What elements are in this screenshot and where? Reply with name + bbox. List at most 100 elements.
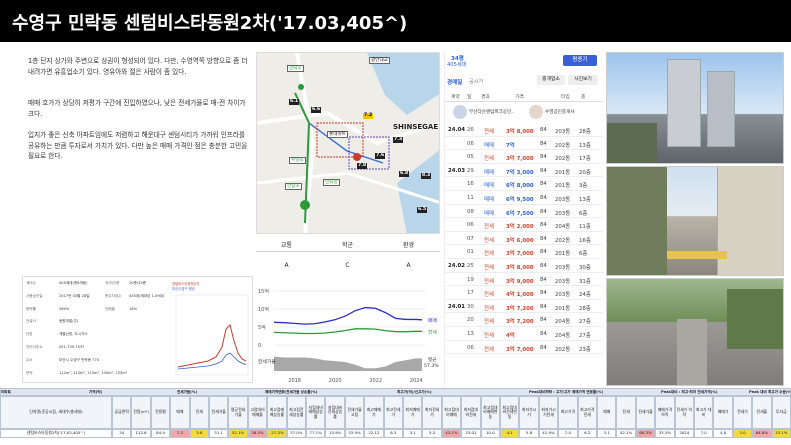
photos-button[interactable]: 사진보기 bbox=[568, 75, 598, 85]
tab-public-price[interactable]: 공시가 bbox=[469, 78, 483, 85]
info-value: 2017년 03월 28일 bbox=[59, 293, 90, 298]
tx-type: 전세 bbox=[484, 224, 494, 231]
tx-day: 30 bbox=[467, 303, 474, 310]
transaction-row[interactable]: 01 전세 3억 7,000 84 201동 6층 bbox=[445, 245, 603, 259]
location-map[interactable]: 민락초 광안대교 롯데마트 수영초 민락중 한양초 SHINSEGAE 6.1 … bbox=[256, 52, 440, 234]
agent-avatar bbox=[453, 105, 467, 119]
table-value-cell: 60.3% bbox=[635, 429, 656, 438]
tx-dong: 202동 bbox=[555, 156, 571, 163]
tx-type: 전세 bbox=[484, 292, 494, 299]
size-toggle-button[interactable]: 평종기 bbox=[563, 55, 597, 66]
series-line-jeonse bbox=[273, 328, 422, 335]
table-header-cell: 최고점대비매매 bbox=[441, 396, 462, 429]
photo-street[interactable] bbox=[606, 166, 784, 276]
tx-day: 05 bbox=[467, 154, 474, 161]
y-tick-label: 15억 bbox=[258, 288, 269, 295]
tx-area: 84 bbox=[540, 344, 547, 351]
table-group-label: 최고가(억)/신고가(%) bbox=[397, 390, 432, 394]
table-header-cell: 최고가격 bbox=[558, 396, 578, 429]
info-value: 051-755-7537 bbox=[59, 345, 85, 349]
tx-day: 20 bbox=[467, 317, 474, 324]
transaction-row[interactable]: 06 전세 3억 7,000 84 202동 23층 bbox=[445, 341, 603, 355]
tx-column-header: 계약 일 경과 가격 타입 층 bbox=[445, 90, 603, 102]
table-value-cell: 112.6 bbox=[131, 429, 151, 438]
info-value: 260% bbox=[59, 306, 70, 311]
table-header-cell: 매매가격 하락 bbox=[655, 396, 675, 429]
transaction-row[interactable]: 20 전세 3억 7,200 84 204동 27층 bbox=[445, 313, 603, 327]
transaction-row[interactable]: 16 매매 6억 8,000 84 201동 3층 bbox=[445, 177, 603, 191]
map-label-school1: 민락초 bbox=[287, 65, 304, 73]
table-header-cell: 최고점대비매매변동 bbox=[480, 396, 500, 429]
tx-floor: 23층 bbox=[579, 346, 591, 353]
tx-dong: 203동 bbox=[555, 278, 571, 285]
map-label-school2: 수영초 bbox=[289, 157, 306, 165]
tx-day: 06 bbox=[467, 344, 474, 351]
agency-button[interactable]: 중개업소 bbox=[537, 75, 565, 85]
transaction-row[interactable]: 24.04 26 전세 3억 8,000 84 203동 28층 bbox=[445, 123, 603, 137]
transaction-row[interactable]: 05 전세 3억 7,000 84 202동 17층 bbox=[445, 150, 603, 164]
table-header-cell: 전세가율 bbox=[209, 396, 229, 429]
tx-day: 19 bbox=[467, 276, 474, 283]
table-value-cell: 84.9 bbox=[150, 429, 171, 438]
transaction-row[interactable]: 24.03 29 매매 7억 3,000 84 201동 20층 bbox=[445, 164, 603, 178]
transaction-row[interactable]: 07 전세 3억 6,000 84 202동 16층 bbox=[445, 232, 603, 246]
table-header-cell: 전세가율고점 bbox=[344, 396, 365, 429]
tx-price: 3억 7,000 bbox=[506, 156, 534, 163]
grade-value-environment: A bbox=[406, 262, 411, 269]
tx-date: 24.01 bbox=[448, 303, 466, 310]
tx-area: 84 bbox=[540, 263, 547, 269]
tx-type: 매매 bbox=[484, 210, 494, 217]
table-group-label: 매매가격변화/전세가율 상승률(%) bbox=[265, 390, 318, 394]
table-value-cell: 10.0 bbox=[480, 429, 500, 438]
table-value-cell: 7.3 bbox=[170, 429, 190, 438]
ratio-avg-value: 57.3% bbox=[424, 363, 439, 369]
tx-day: 01 bbox=[467, 249, 474, 256]
series-line-sale bbox=[273, 306, 422, 325]
transaction-row[interactable]: 13 전세 4억 84 204동 27층 bbox=[445, 327, 603, 341]
table-header-cell: 최고점대비전세변동 bbox=[500, 396, 520, 429]
tx-area: 84 bbox=[540, 222, 547, 229]
tx-area: 84 bbox=[540, 181, 547, 188]
transaction-row[interactable]: 24.01 30 전세 3억 7,200 84 201동 28층 bbox=[445, 300, 603, 314]
tx-price: 6억 7,500 bbox=[506, 210, 534, 217]
ratio-area bbox=[274, 356, 422, 371]
table-value-cell: -27.5% bbox=[267, 429, 287, 438]
transaction-row[interactable]: 06 전세 3억 2,000 84 204동 11층 bbox=[445, 218, 603, 232]
table-header-cell: 저점대비전세상승률 bbox=[325, 396, 345, 429]
tab-auction[interactable]: 경매일 bbox=[447, 78, 462, 86]
ratio-avg-label: 평균 bbox=[428, 356, 436, 363]
table-header-cell: 전세가 bbox=[732, 396, 753, 429]
info-extra-label: 저/최고층 bbox=[105, 281, 120, 285]
transaction-row[interactable]: 19 전세 3억 9,000 84 203동 31층 bbox=[445, 273, 603, 287]
photo-building[interactable] bbox=[606, 52, 784, 164]
tx-area: 84 bbox=[540, 290, 547, 297]
tx-date: 24.03 bbox=[448, 167, 466, 174]
table-header-cell: 최저점대비전세 bbox=[461, 396, 481, 429]
info-label: 면적 bbox=[26, 370, 33, 375]
tx-type: 전세 bbox=[484, 333, 494, 339]
tx-dong: 204동 bbox=[555, 224, 571, 231]
tx-price: 6억 8,000 bbox=[506, 183, 534, 190]
tx-floor: 31층 bbox=[579, 278, 591, 285]
transaction-row[interactable]: 06 매매 7억 84 202동 13층 bbox=[445, 137, 603, 151]
tx-floor: 13층 bbox=[579, 142, 591, 149]
transaction-row[interactable]: 08 매매 6억 7,500 84 203동 6층 bbox=[445, 205, 603, 219]
transaction-row[interactable]: 24.02 25 전세 3억 8,000 84 203동 30층 bbox=[445, 259, 603, 273]
tx-type: 전세 bbox=[484, 305, 494, 312]
agent-name-2[interactable]: 수영공인중개사 bbox=[545, 109, 575, 115]
y-tick-label: 10억 bbox=[258, 306, 269, 313]
table-value-cell: 43.1% bbox=[441, 429, 462, 438]
photo-road[interactable] bbox=[606, 278, 784, 386]
grades-panel: 교통 학군 환경 A C A bbox=[256, 236, 440, 272]
agent-name[interactable]: 부산다산센텀파크공인.. bbox=[469, 109, 514, 115]
table-header-cell: 전세 bbox=[189, 396, 209, 429]
info-label: 주소 bbox=[26, 357, 33, 362]
table-group-label: Peak대비하락 : 고가/고가 매매가격 변동률(%) bbox=[529, 390, 604, 394]
map-label-bridge: 광안대교 bbox=[369, 57, 390, 65]
transaction-row[interactable]: 17 전세 4억 1,000 84 203동 24층 bbox=[445, 286, 603, 300]
table-value-cell: 23.01 bbox=[461, 429, 481, 438]
table-header-cell: 저점대비매매상승률 bbox=[306, 396, 326, 429]
table-value-cell: 2024 bbox=[674, 429, 694, 438]
info-value: 개별난방, 도시가스 bbox=[59, 332, 88, 337]
transaction-row[interactable]: 11 매매 6억 9,500 84 203동 13층 bbox=[445, 191, 603, 205]
